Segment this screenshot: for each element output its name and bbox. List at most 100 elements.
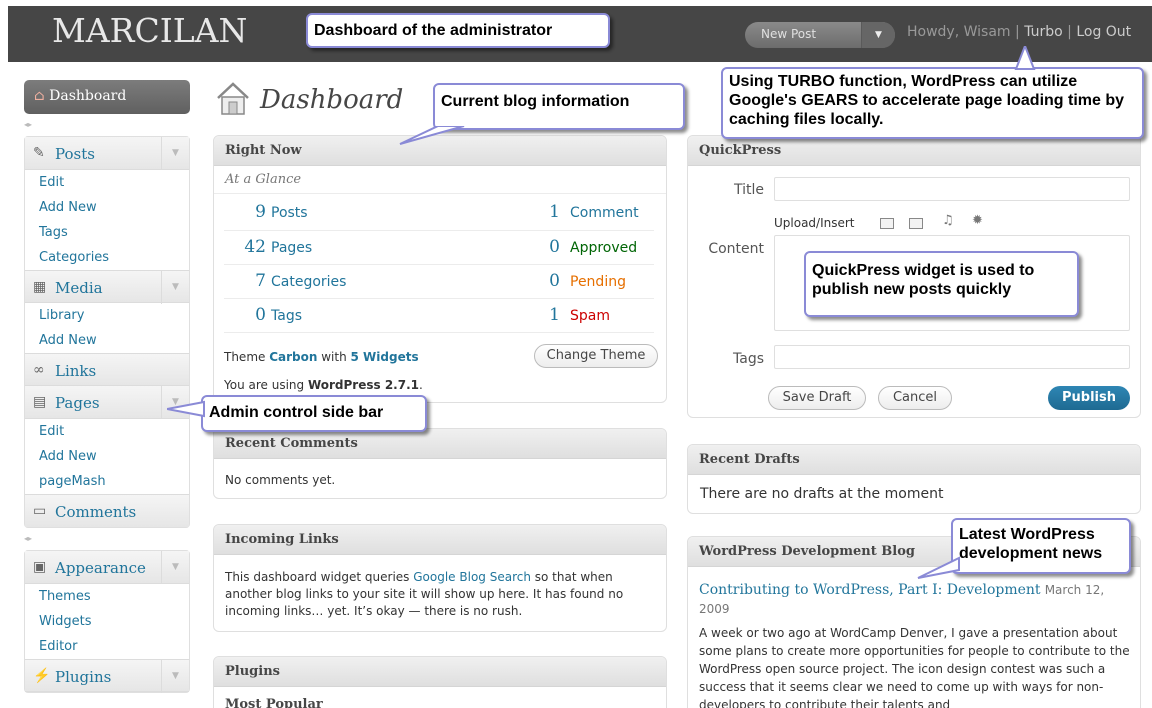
callout-current-blog: Current blog information: [433, 83, 685, 130]
pushpin-icon: ✎: [33, 145, 45, 161]
chevron-down-icon[interactable]: ▼: [161, 271, 189, 304]
sidebar-item-label: Comments: [55, 503, 137, 521]
sidebar-item-label: Posts: [55, 145, 95, 163]
turbo-link[interactable]: Turbo: [1024, 24, 1063, 40]
tags-label[interactable]: Tags: [271, 308, 302, 324]
posts-count[interactable]: 9: [224, 202, 266, 222]
pages-count[interactable]: 42: [224, 237, 266, 257]
version-prefix: You are using: [224, 378, 308, 392]
widget-title[interactable]: QuickPress: [688, 136, 1140, 166]
sidebar-group-posts: ✎ Posts ▼ Edit Add New Tags Categories ▦…: [24, 136, 190, 528]
plug-icon: ⚡: [33, 668, 51, 684]
table-row: 0 Tags 1 Spam: [224, 298, 654, 332]
media-upload-icon[interactable]: ✹: [972, 213, 983, 228]
approved-label[interactable]: Approved: [570, 240, 637, 256]
image-upload-icon[interactable]: [880, 218, 894, 229]
widget-title[interactable]: Plugins: [214, 657, 666, 687]
site-logo[interactable]: MARCILAN: [52, 11, 247, 50]
sidebar-subitem-pagemash[interactable]: pageMash: [25, 469, 189, 494]
pending-count[interactable]: 0: [524, 271, 560, 291]
speech-bubble-icon: ▭: [33, 503, 47, 519]
logout-link[interactable]: Log Out: [1076, 24, 1131, 40]
sidebar-item-media[interactable]: ▦ Media ▼: [25, 270, 189, 304]
widget-title[interactable]: Recent Drafts: [688, 445, 1140, 475]
video-upload-icon[interactable]: [909, 218, 923, 229]
google-blog-search-link[interactable]: Google Blog Search: [413, 570, 531, 584]
no-comments-text: No comments yet.: [225, 473, 336, 487]
blog-post-excerpt: A week or two ago at WordCamp Denver, I …: [699, 626, 1130, 708]
admin-sidebar: ⌂ Dashboard ◂▸ ✎ Posts ▼ Edit Add New Ta…: [24, 80, 190, 693]
pages-label[interactable]: Pages: [271, 240, 312, 256]
home-icon: ⌂: [34, 88, 45, 104]
new-post-label[interactable]: New Post: [761, 27, 816, 41]
spam-count[interactable]: 1: [524, 305, 560, 325]
publish-button[interactable]: Publish: [1048, 386, 1130, 410]
theme-name-link[interactable]: Carbon: [269, 350, 317, 364]
sidebar-subitem-widgets[interactable]: Widgets: [25, 609, 189, 634]
comment-label[interactable]: Comment: [570, 205, 639, 221]
sidebar-subitem-edit-posts[interactable]: Edit: [25, 170, 189, 195]
sidebar-subitem-themes[interactable]: Themes: [25, 584, 189, 609]
sidebar-item-label: Dashboard: [49, 88, 127, 104]
callout-turbo: Using TURBO function, WordPress can util…: [721, 67, 1144, 139]
sidebar-item-comments[interactable]: ▭ Comments: [25, 494, 189, 527]
sidebar-item-label: Links: [55, 362, 97, 380]
incoming-links-text: This dashboard widget queries Google Blo…: [225, 569, 655, 620]
spam-label[interactable]: Spam: [570, 308, 610, 324]
callout-pointer-arrow: [917, 556, 960, 579]
tags-count[interactable]: 0: [224, 305, 266, 325]
sidebar-item-plugins[interactable]: ⚡ Plugins ▼: [25, 659, 189, 693]
chevron-down-icon[interactable]: ▼: [861, 22, 895, 48]
widgets-link[interactable]: 5 Widgets: [351, 350, 419, 364]
categories-label[interactable]: Categories: [271, 274, 346, 290]
sidebar-subitem-library[interactable]: Library: [25, 303, 189, 328]
sidebar-subitem-add-new-post[interactable]: Add New: [25, 195, 189, 220]
menu-separator: ◂▸: [24, 120, 190, 130]
incoming-links-widget: Incoming Links This dashboard widget que…: [213, 524, 667, 632]
tags-field[interactable]: [774, 345, 1130, 369]
blog-post-title-link[interactable]: Contributing to WordPress, Part I: Devel…: [699, 582, 1041, 598]
sidebar-subitem-categories[interactable]: Categories: [25, 245, 189, 270]
change-theme-button[interactable]: Change Theme: [534, 344, 658, 368]
title-field[interactable]: [774, 177, 1130, 201]
sidebar-subitem-editor[interactable]: Editor: [25, 634, 189, 659]
sidebar-item-posts[interactable]: ✎ Posts ▼: [25, 137, 189, 170]
sidebar-item-pages[interactable]: ▤ Pages ▼: [25, 386, 189, 419]
chevron-down-icon[interactable]: ▼: [161, 137, 189, 170]
table-row: 9 Posts 1 Comment: [224, 196, 654, 230]
comment-count[interactable]: 1: [524, 202, 560, 222]
callout-dev-news: Latest WordPress development news: [951, 518, 1131, 574]
widget-title[interactable]: Recent Comments: [214, 429, 666, 459]
sidebar-subitem-add-new-media[interactable]: Add New: [25, 328, 189, 353]
appearance-icon: ▣: [33, 559, 47, 575]
greeting-text: Howdy, Wisam: [907, 24, 1011, 40]
chevron-down-icon[interactable]: ▼: [161, 551, 189, 584]
widget-title[interactable]: Incoming Links: [214, 525, 666, 555]
separator-arrow-icon[interactable]: ◂▸: [24, 120, 32, 129]
save-draft-button[interactable]: Save Draft: [768, 386, 866, 410]
sidebar-subitem-add-new-page[interactable]: Add New: [25, 444, 189, 469]
categories-count[interactable]: 7: [224, 271, 266, 291]
right-now-widget: Right Now At a Glance 9 Posts 1 Comment …: [213, 135, 667, 403]
at-a-glance-subtitle: At a Glance: [214, 166, 666, 194]
separator-arrow-icon[interactable]: ◂▸: [24, 534, 32, 543]
sidebar-item-dashboard[interactable]: ⌂ Dashboard: [24, 80, 190, 114]
most-popular-heading: Most Popular: [225, 697, 323, 708]
pending-label[interactable]: Pending: [570, 274, 626, 290]
chevron-down-icon[interactable]: ▼: [161, 660, 189, 693]
sidebar-item-label: Plugins: [55, 668, 112, 686]
blog-post-entry: Contributing to WordPress, Part I: Devel…: [699, 581, 1129, 619]
sidebar-subitem-edit-pages[interactable]: Edit: [25, 419, 189, 444]
cancel-button[interactable]: Cancel: [878, 386, 952, 410]
posts-label[interactable]: Posts: [271, 205, 308, 221]
audio-upload-icon[interactable]: ♫: [942, 213, 954, 228]
callout-quickpress: QuickPress widget is used to publish new…: [804, 251, 1079, 317]
sidebar-group-appearance: ▣ Appearance ▼ Themes Widgets Editor ⚡ P…: [24, 550, 190, 693]
approved-count[interactable]: 0: [524, 237, 560, 257]
new-post-dropdown[interactable]: New Post ▼: [745, 22, 895, 48]
sidebar-item-links[interactable]: ∞ Links: [25, 353, 189, 386]
sidebar-subitem-tags[interactable]: Tags: [25, 220, 189, 245]
sidebar-item-appearance[interactable]: ▣ Appearance ▼: [25, 551, 189, 584]
dashboard-home-icon: [217, 82, 249, 115]
media-icon: ▦: [33, 279, 47, 295]
